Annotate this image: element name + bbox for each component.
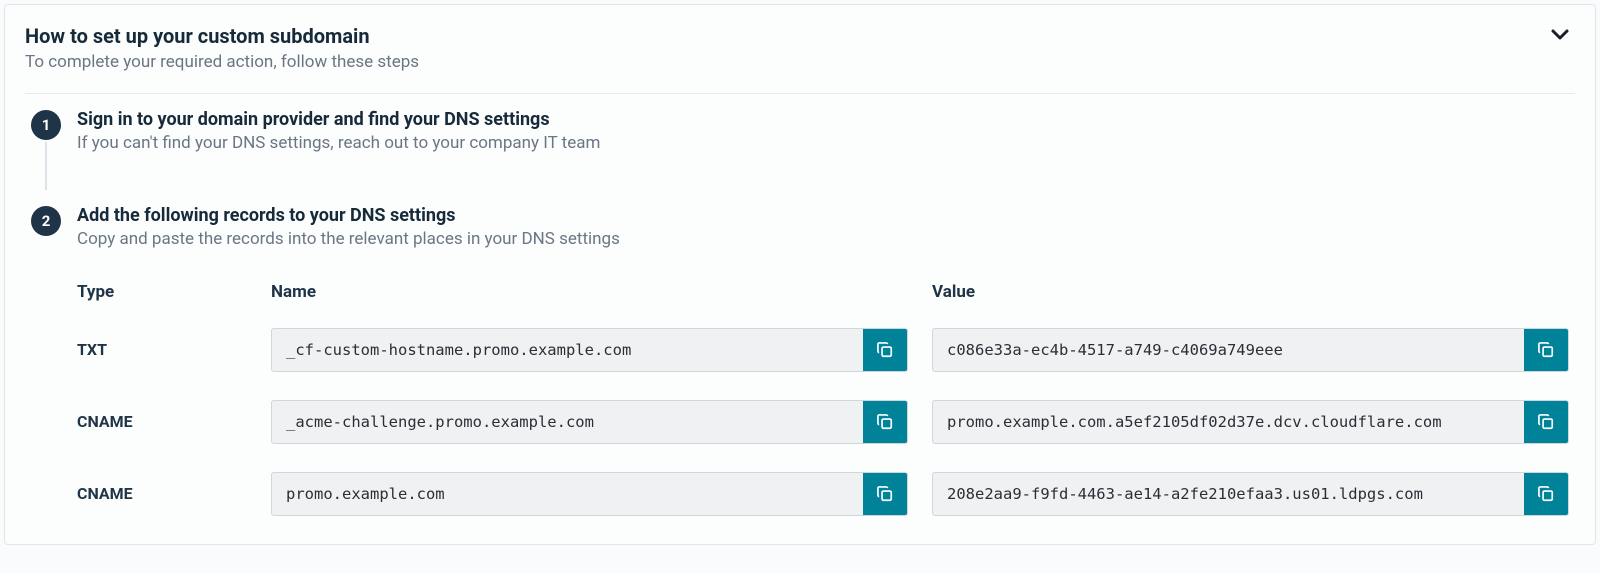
step-2-title: Add the following records to your DNS se… — [77, 204, 1575, 228]
record-value-value[interactable]: promo.example.com.a5ef2105df02d37e.dcv.c… — [933, 401, 1524, 443]
step-connector — [45, 142, 47, 190]
col-name-header: Name — [271, 282, 908, 302]
card-subtitle: To complete your required action, follow… — [25, 51, 1529, 75]
step-1-title: Sign in to your domain provider and find… — [77, 108, 1575, 132]
copy-icon — [875, 412, 895, 432]
step-number-badge: 1 — [31, 110, 61, 140]
copy-icon — [875, 340, 895, 360]
record-type: CNAME — [77, 484, 247, 503]
copy-icon — [1536, 484, 1556, 504]
step-number-badge: 2 — [31, 206, 61, 236]
divider — [25, 93, 1575, 94]
record-value-field: promo.example.com.a5ef2105df02d37e.dcv.c… — [932, 400, 1569, 444]
table-header-row: Type Name Value — [77, 282, 1569, 302]
step-1-text: Sign in to your domain provider and find… — [77, 108, 1575, 156]
setup-card: How to set up your custom subdomain To c… — [4, 4, 1596, 545]
record-value-field: c086e33a-ec4b-4517-a749-c4069a749eee — [932, 328, 1569, 372]
record-name-value[interactable]: _acme-challenge.promo.example.com — [272, 401, 863, 443]
dns-records-table: Type Name Value TXT _cf-custom-hostname.… — [77, 282, 1569, 516]
table-row: TXT _cf-custom-hostname.promo.example.co… — [77, 328, 1569, 372]
copy-name-button[interactable] — [863, 473, 907, 515]
step-2-desc: Copy and paste the records into the rele… — [77, 228, 1575, 252]
record-type: TXT — [77, 340, 247, 359]
card-title: How to set up your custom subdomain — [25, 23, 1529, 49]
step-spacer — [31, 156, 1575, 204]
table-row: CNAME promo.example.com 208e2aa9-f9fd-44… — [77, 472, 1569, 516]
copy-value-button[interactable] — [1524, 473, 1568, 515]
step-2: 2 Add the following records to your DNS … — [31, 204, 1575, 252]
col-value-header: Value — [932, 282, 1569, 302]
card-titles: How to set up your custom subdomain To c… — [25, 23, 1529, 75]
record-name-value[interactable]: _cf-custom-hostname.promo.example.com — [272, 329, 863, 371]
copy-icon — [1536, 340, 1556, 360]
copy-value-button[interactable] — [1524, 329, 1568, 371]
steps-list: 1 Sign in to your domain provider and fi… — [31, 108, 1575, 252]
record-name-field: _cf-custom-hostname.promo.example.com — [271, 328, 908, 372]
copy-icon — [875, 484, 895, 504]
card-header: How to set up your custom subdomain To c… — [25, 23, 1575, 75]
col-type-header: Type — [77, 282, 247, 302]
copy-value-button[interactable] — [1524, 401, 1568, 443]
copy-name-button[interactable] — [863, 329, 907, 371]
record-name-field: _acme-challenge.promo.example.com — [271, 400, 908, 444]
step-1: 1 Sign in to your domain provider and fi… — [31, 108, 1575, 156]
record-value-field: 208e2aa9-f9fd-4463-ae14-a2fe210efaa3.us0… — [932, 472, 1569, 516]
record-type: CNAME — [77, 412, 247, 431]
record-value-value[interactable]: c086e33a-ec4b-4517-a749-c4069a749eee — [933, 329, 1524, 371]
record-name-value[interactable]: promo.example.com — [272, 473, 863, 515]
copy-icon — [1536, 412, 1556, 432]
chevron-down-icon — [1551, 29, 1569, 44]
record-value-value[interactable]: 208e2aa9-f9fd-4463-ae14-a2fe210efaa3.us0… — [933, 473, 1524, 515]
collapse-toggle[interactable] — [1545, 23, 1575, 50]
step-2-text: Add the following records to your DNS se… — [77, 204, 1575, 252]
table-row: CNAME _acme-challenge.promo.example.com … — [77, 400, 1569, 444]
record-name-field: promo.example.com — [271, 472, 908, 516]
copy-name-button[interactable] — [863, 401, 907, 443]
step-1-desc: If you can't find your DNS settings, rea… — [77, 132, 1575, 156]
